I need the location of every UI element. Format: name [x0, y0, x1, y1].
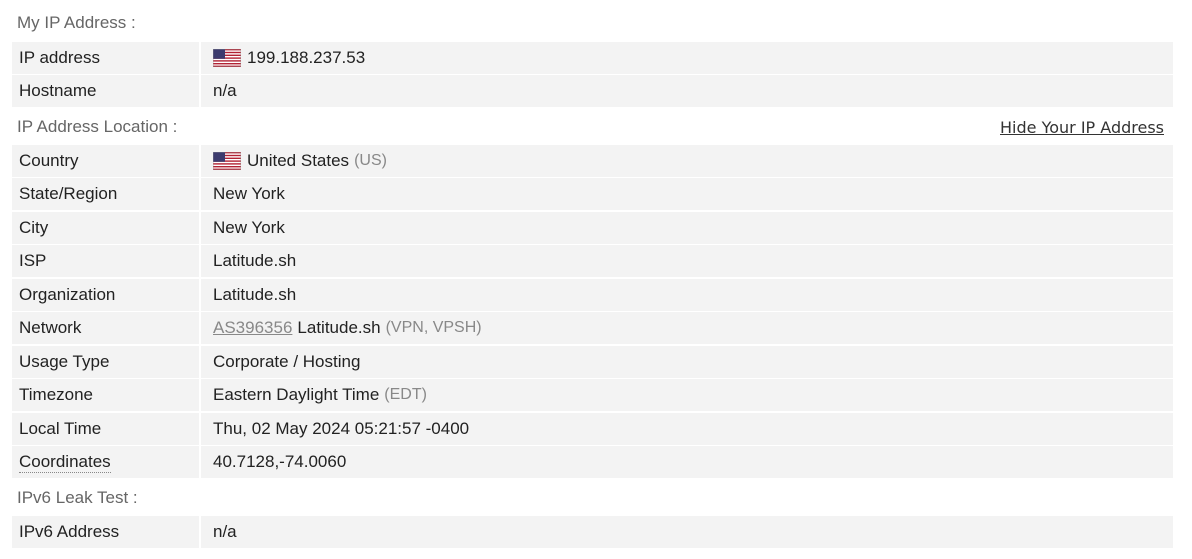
value-organization: Latitude.sh: [206, 279, 1173, 311]
network-note: (VPN, VPSH): [385, 319, 482, 336]
row-organization: Organization Latitude.sh: [12, 279, 1173, 311]
label-organization: Organization: [19, 285, 116, 304]
label-ipv6-address: IPv6 Address: [19, 522, 120, 541]
label-country: Country: [19, 151, 79, 170]
row-ipv6-address: IPv6 Address n/a: [12, 516, 1173, 548]
section-my-ip-title: My IP Address :: [17, 13, 136, 32]
timezone-abbr: (EDT): [384, 386, 427, 403]
country-code: (US): [354, 152, 387, 169]
label-hostname: Hostname: [19, 81, 97, 100]
value-hostname: n/a: [206, 75, 1173, 107]
section-ipv6-title: IPv6 Leak Test :: [17, 488, 138, 507]
value-usage-type: Corporate / Hosting: [206, 346, 1173, 378]
row-timezone: Timezone Eastern Daylight Time (EDT): [12, 379, 1173, 411]
label-timezone: Timezone: [19, 385, 94, 404]
label-state: State/Region: [19, 184, 118, 203]
row-local-time: Local Time Thu, 02 May 2024 05:21:57 -04…: [12, 413, 1173, 445]
row-coordinates: Coordinates 40.7128,-74.0060: [12, 446, 1173, 478]
row-network: Network AS396356 Latitude.sh (VPN, VPSH): [12, 312, 1173, 344]
us-flag-icon: [213, 152, 241, 170]
value-ip-address: 199.188.237.53: [206, 42, 1173, 74]
row-state: State/Region New York: [12, 178, 1173, 210]
country-name: United States: [247, 151, 350, 170]
row-usage-type: Usage Type Corporate / Hosting: [12, 346, 1173, 378]
value-city: New York: [206, 212, 1173, 244]
label-isp: ISP: [19, 251, 47, 270]
label-network: Network: [19, 318, 82, 337]
value-ipv6-address: n/a: [206, 516, 1173, 548]
label-ip-address: IP address: [19, 48, 100, 67]
label-coordinates[interactable]: Coordinates: [19, 452, 111, 473]
label-usage-type: Usage Type: [19, 352, 110, 371]
network-name: Latitude.sh: [297, 318, 381, 337]
value-local-time: Thu, 02 May 2024 05:21:57 -0400: [206, 413, 1173, 445]
asn-link[interactable]: AS396356: [213, 312, 292, 344]
row-isp: ISP Latitude.sh: [12, 245, 1173, 277]
value-coordinates: 40.7128,-74.0060: [206, 446, 1173, 478]
us-flag-icon: [213, 49, 241, 67]
label-coordinates-cell: Coordinates: [12, 446, 199, 478]
ip-info-panel: My IP Address : IP address 199.188.237.5…: [0, 0, 1192, 559]
row-hostname: Hostname n/a: [12, 75, 1173, 107]
row-city: City New York: [12, 212, 1173, 244]
value-country: United States (US): [206, 145, 1173, 177]
value-state: New York: [206, 178, 1173, 210]
row-ip-address: IP address 199.188.237.53: [12, 42, 1173, 74]
row-country: Country United States (US): [12, 145, 1173, 177]
ip-address-text: 199.188.237.53: [247, 48, 366, 67]
value-isp: Latitude.sh: [206, 245, 1173, 277]
section-location-title: IP Address Location :: [17, 117, 178, 136]
timezone-name: Eastern Daylight Time: [213, 385, 380, 404]
label-city: City: [19, 218, 49, 237]
label-local-time: Local Time: [19, 419, 102, 438]
hide-ip-link[interactable]: Hide Your IP Address: [1000, 116, 1164, 140]
value-timezone: Eastern Daylight Time (EDT): [206, 379, 1173, 411]
value-network: AS396356 Latitude.sh (VPN, VPSH): [206, 312, 1173, 344]
